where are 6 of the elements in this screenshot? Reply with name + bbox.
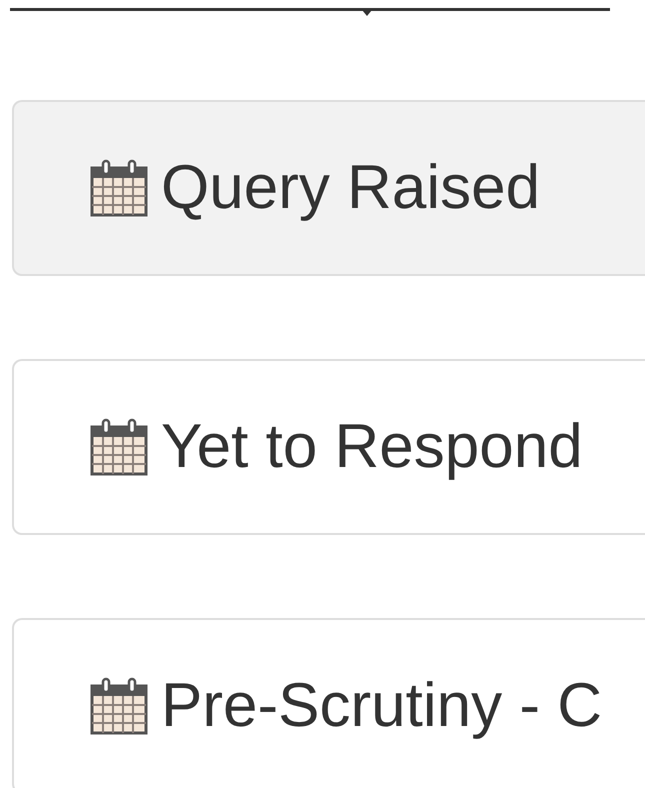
- calendar-icon: [89, 417, 149, 477]
- status-option[interactable]: Query Raised: [12, 100, 645, 276]
- calendar-icon: [89, 676, 149, 736]
- status-option[interactable]: Yet to Respond: [12, 359, 645, 535]
- calendar-icon: [89, 158, 149, 218]
- status-option[interactable]: Pre-Scrutiny - C: [12, 618, 645, 788]
